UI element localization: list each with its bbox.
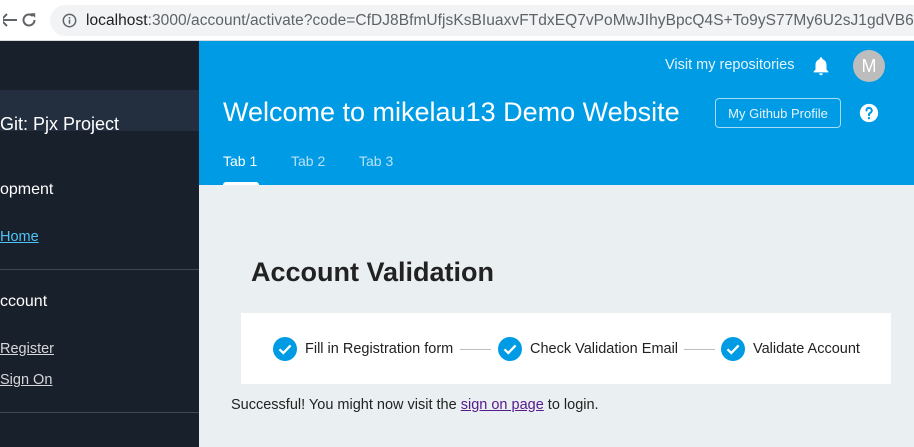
sidebar-item-register[interactable]: Register [0, 341, 54, 357]
check-circle-icon [721, 337, 745, 361]
reload-button[interactable] [18, 9, 40, 31]
visit-repositories-link[interactable]: Visit my repositories [665, 57, 794, 73]
address-bar[interactable]: localhost:3000/account/activate?code=CfD… [50, 5, 914, 36]
step-label: Validate Account [753, 341, 860, 357]
validation-stepper: Fill in Registration form Check Validati… [241, 313, 891, 384]
page-title: Account Validation [251, 257, 495, 287]
sidebar: Git: Pjx Project opment Home ccount Regi… [0, 41, 199, 447]
step-label: Check Validation Email [530, 341, 679, 357]
check-circle-icon [498, 337, 522, 361]
sidebar-item-sign-on[interactable]: Sign On [0, 372, 52, 388]
url-path: :3000/account/activate?code=CfDJ8BfmUfjs… [147, 12, 914, 29]
arrow-left-icon [3, 13, 17, 27]
success-message: Successful! You might now visit the sign… [231, 397, 599, 413]
sidebar-divider [0, 412, 199, 413]
tab-2[interactable]: Tab 2 [291, 153, 325, 169]
github-profile-button[interactable]: My Github Profile [715, 98, 841, 128]
url-host: localhost [86, 12, 148, 29]
reload-icon [22, 13, 36, 27]
main-content: Account Validation Fill in Registration … [199, 185, 914, 447]
tab-1[interactable]: Tab 1 [223, 153, 257, 169]
page-header-title: Welcome to mikelau13 Demo Website [223, 97, 680, 127]
sidebar-item-home[interactable]: Home [0, 229, 39, 245]
app-header: Visit my repositories M Welcome to mikel… [199, 41, 914, 185]
url-text: localhost:3000/account/activate?code=CfD… [86, 12, 914, 30]
help-circle-icon[interactable] [858, 102, 880, 124]
bell-icon[interactable] [810, 55, 832, 77]
info-circle-icon[interactable] [62, 13, 77, 28]
sidebar-category-account: ccount [0, 293, 48, 310]
browser-toolbar: localhost:3000/account/activate?code=CfD… [0, 0, 914, 41]
sign-on-page-link[interactable]: sign on page [461, 397, 544, 413]
step-connector [684, 349, 715, 350]
check-circle-icon [273, 337, 297, 361]
step-label: Fill in Registration form [305, 341, 454, 357]
sidebar-title[interactable]: Git: Pjx Project [0, 114, 119, 135]
step-connector [460, 349, 491, 350]
tab-3[interactable]: Tab 3 [359, 153, 393, 169]
sidebar-category-development: opment [0, 181, 54, 198]
sidebar-divider [0, 269, 199, 270]
avatar[interactable]: M [853, 50, 885, 82]
success-text: Successful! You might now visit the [231, 397, 461, 413]
success-text-suffix: to login. [543, 397, 599, 413]
